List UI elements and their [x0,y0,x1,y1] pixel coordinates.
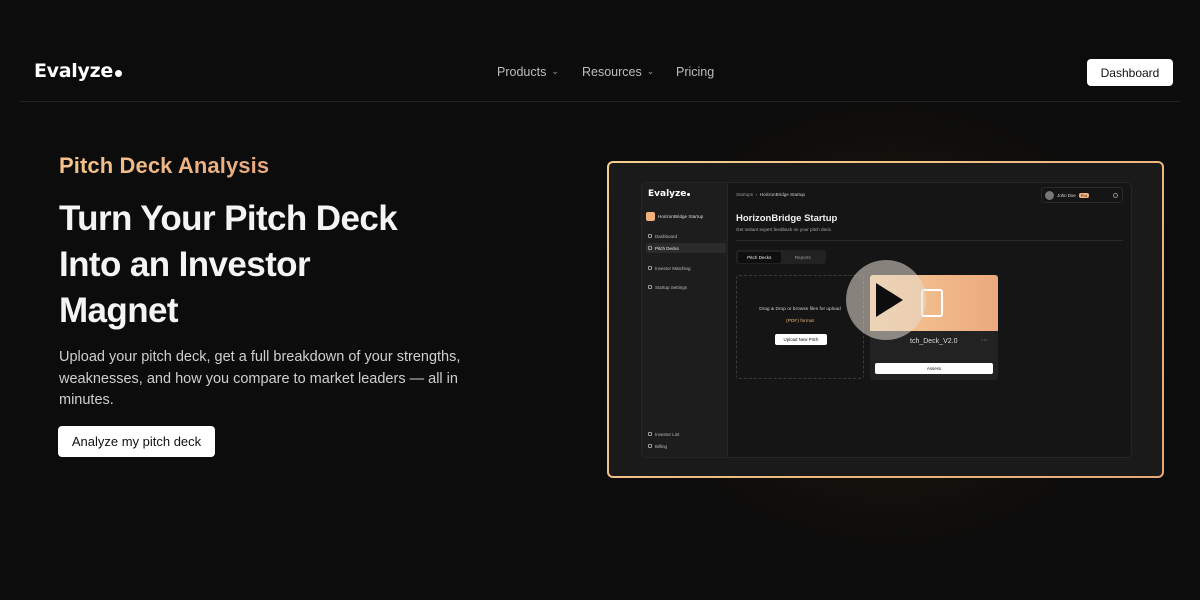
dropzone-text: Drag & Drop or browse files for upload [759,307,841,312]
app-logo-text: Evalyze [648,189,687,199]
upload-dropzone: Drag & Drop or browse files for upload (… [736,275,864,379]
brand-logo[interactable]: Evalyze [34,60,122,82]
play-icon [875,283,903,317]
sidebar-label: Investor Matching [655,265,691,271]
dropzone-format: (PDF) format [786,319,814,324]
user-menu: John Doe Pro [1041,187,1123,203]
tab-reports: Reports [794,254,811,260]
app-divider [736,240,1123,241]
breadcrumb-root: Startups [736,192,754,197]
user-name: John Doe [1057,192,1076,198]
preview-frame-inner: Evalyze HorizonBridge Startup Dashboard … [609,163,1162,476]
tab-pitch-decks: Pitch Decks [737,251,781,263]
upload-new-pitch-button: Upload New Pitch [775,334,827,345]
nav-resources[interactable]: Resources ⌄ [582,65,654,79]
avatar [1045,190,1054,200]
card-file-name: tch_Deck_V2.0 [910,338,958,345]
app-sidebar: Evalyze HorizonBridge Startup Dashboard … [642,183,728,457]
headline-line-3: Magnet [59,291,179,330]
sidebar-item-investor-matching: Investor Matching [646,263,726,273]
headline-line-2: Into an Investor [59,245,311,284]
chevron-down-icon: ⌄ [551,65,559,76]
nav-products[interactable]: Products ⌄ [497,65,559,79]
sidebar-item-investor-list: Investor List [646,429,726,439]
sidebar-label: Billing [655,443,668,449]
product-preview-video[interactable]: Evalyze HorizonBridge Startup Dashboard … [607,161,1164,478]
app-main: Startups › HorizonBridge Startup John Do… [728,183,1131,457]
monitor-icon [648,246,652,250]
nav-pricing-label: Pricing [676,65,715,79]
hero-subcopy: Upload your pitch deck, get a full break… [59,349,461,408]
sidebar-label: Pitch Decks [655,245,679,251]
gear-icon [648,285,652,289]
chevron-down-icon: ⌄ [646,65,655,76]
nav-pricing[interactable]: Pricing [676,65,714,79]
headline-line-1: Turn Your Pitch Deck [59,199,398,238]
hero-eyebrow: Pitch Deck Analysis [59,153,270,178]
hero-headline: Turn Your Pitch Deck Into an Investor Ma… [59,196,479,334]
breadcrumb-current: HorizonBridge Startup [759,192,805,197]
grid-icon [648,234,652,238]
list-icon [648,432,652,436]
nav-resources-label: Resources [582,65,642,79]
sidebar-item-pitch-decks: Pitch Decks [646,243,726,253]
sidebar-item-dashboard: Dashboard [646,231,726,241]
logo-dot [114,70,122,77]
sidebar-label: Investor List [655,431,680,437]
sidebar-label: Startup Settings [655,284,688,290]
sidebar-item-billing: Billing [646,441,726,451]
more-icon: ··· [981,337,988,344]
org-switcher: HorizonBridge Startup [646,209,724,223]
plan-badge: Pro [1078,192,1090,198]
app-breadcrumb: Startups › HorizonBridge Startup [736,192,805,197]
dashboard-button[interactable]: Dashboard [1087,59,1173,86]
app-tabs: Pitch Decks Reports [736,250,826,264]
play-button[interactable] [846,260,926,340]
app-page-subtitle: Get instant expert feedback on your pitc… [736,227,833,232]
sidebar-item-startup-settings: Startup Settings [646,282,726,292]
app-page-title: HorizonBridge Startup [736,213,838,224]
org-name: HorizonBridge Startup [658,213,704,219]
org-avatar [646,211,655,221]
assess-button: Assess [875,363,993,374]
card-icon [648,444,652,448]
app-logo-dot [687,193,691,196]
settings-icon [1113,192,1118,198]
analyze-pitch-deck-button[interactable]: Analyze my pitch deck [58,426,215,457]
sidebar-label: Dashboard [655,233,678,239]
brand-logo-text: Evalyze [34,60,113,82]
app-logo: Evalyze [648,189,691,199]
link-icon [648,266,652,270]
nav-products-label: Products [497,65,547,79]
top-nav: Evalyze Products ⌄ Resources ⌄ Pricing D… [0,0,1200,102]
